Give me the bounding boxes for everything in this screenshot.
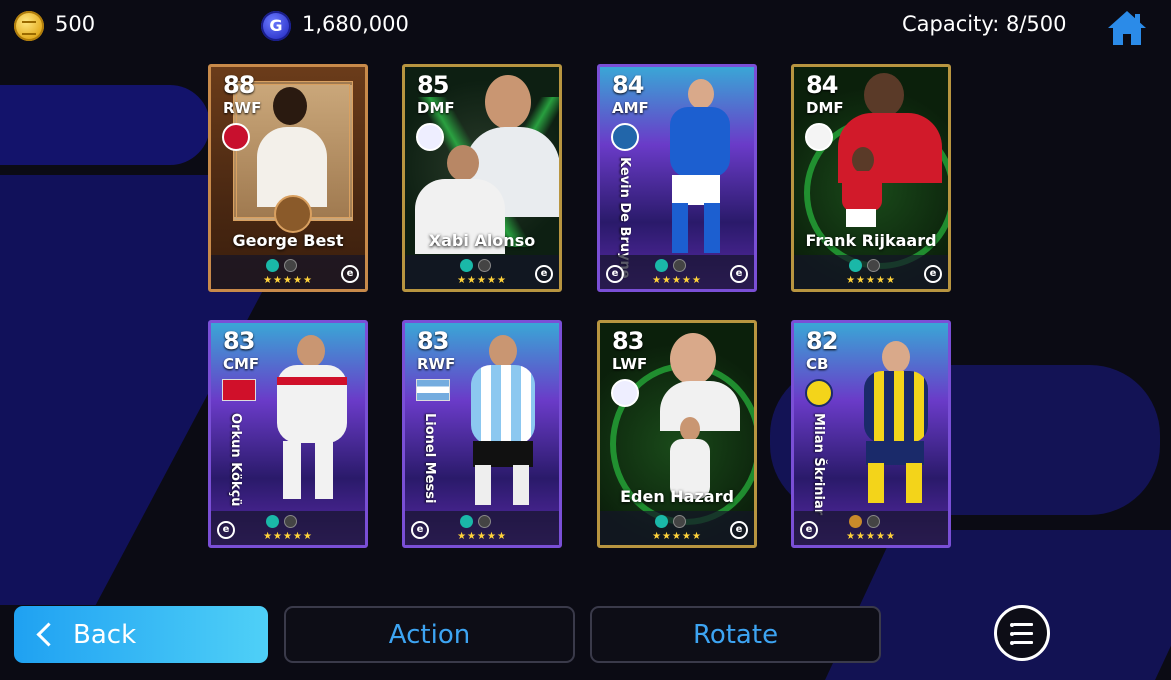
efootball-icon: e	[730, 265, 748, 283]
top-bar: 500 G 1,680,000 Capacity: 8/500	[0, 0, 1171, 52]
card-position: DMF	[806, 99, 844, 117]
player-card[interactable]: 83 CMF Orkun Kökçü ★★★★★ e	[208, 320, 368, 548]
club-badge-icon	[805, 379, 833, 407]
action-button[interactable]: Action	[284, 606, 575, 663]
club-badge-icon	[611, 123, 639, 151]
efootball-icon: e	[730, 521, 748, 539]
player-card[interactable]: 83 RWF Lionel Messi ★★★★★ e	[402, 320, 562, 548]
efootball-icon: e	[535, 265, 553, 283]
card-position: RWF	[417, 355, 456, 373]
card-player-name: Orkun Kökçü	[228, 413, 243, 507]
card-player-name: Xabi Alonso	[428, 231, 536, 250]
efootball-icon: e	[217, 521, 235, 539]
skill-icons	[266, 257, 316, 272]
card-rating: 84	[806, 71, 838, 99]
rotate-button-label: Rotate	[692, 619, 779, 650]
skill-icons	[266, 513, 316, 528]
card-position: AMF	[612, 99, 649, 117]
card-rating: 85	[417, 71, 449, 99]
club-badge-icon	[222, 123, 250, 151]
gp-icon: G	[261, 11, 291, 41]
player-card[interactable]: 88 RWF George Best ★★★★★ e	[208, 64, 368, 292]
skill-icons	[655, 513, 705, 528]
card-rating: 83	[417, 327, 449, 355]
efootball-icon: e	[924, 265, 942, 283]
flag-argentina-icon	[416, 379, 450, 401]
rotate-button[interactable]: Rotate	[590, 606, 881, 663]
card-player-name: Frank Rijkaard	[805, 231, 937, 250]
card-rating: 82	[806, 327, 838, 355]
player-card[interactable]: 82 CB Milan Škriniar ★★★★★ e	[791, 320, 951, 548]
back-button-label: Back	[73, 619, 137, 650]
player-card[interactable]: 84 DMF Frank Rijkaard ★★★★★ e	[791, 64, 951, 292]
capacity-label: Capacity: 8/500	[902, 12, 1067, 36]
efootball-icon: e	[800, 521, 818, 539]
card-rating: 83	[223, 327, 255, 355]
card-position: RWF	[223, 99, 262, 117]
club-badge-icon	[416, 123, 444, 151]
coin-balance: 500	[55, 12, 96, 36]
card-player-name: Milan Škriniar	[811, 413, 826, 516]
player-card[interactable]: 85 DMF Xabi Alonso ★★★★★ e	[402, 64, 562, 292]
card-rating: 83	[612, 327, 644, 355]
card-player-name: Eden Hazard	[620, 487, 734, 506]
list-menu-button[interactable]	[994, 605, 1050, 661]
gp-balance: 1,680,000	[302, 12, 409, 36]
home-icon[interactable]	[1105, 8, 1149, 48]
club-badge-icon	[805, 123, 833, 151]
card-player-name: Lionel Messi	[422, 413, 437, 504]
efootball-icon: e	[341, 265, 359, 283]
chevron-left-icon	[36, 622, 61, 647]
club-badge-icon	[611, 379, 639, 407]
card-player-name: George Best	[232, 231, 344, 250]
card-position: LWF	[612, 355, 648, 373]
efootball-icon: e	[411, 521, 429, 539]
action-button-label: Action	[388, 619, 471, 650]
skill-icons	[460, 257, 510, 272]
player-card[interactable]: 83 LWF Eden Hazard ★★★★★ e	[597, 320, 757, 548]
card-rating: 84	[612, 71, 644, 99]
skill-icons	[849, 513, 899, 528]
efootball-icon: e	[606, 265, 624, 283]
skill-icons	[655, 257, 705, 272]
back-button[interactable]: Back	[14, 606, 268, 663]
card-rating: 88	[223, 71, 255, 99]
skill-icons	[460, 513, 510, 528]
skill-icons	[849, 257, 899, 272]
bg-shape	[0, 85, 210, 165]
card-position: CB	[806, 355, 829, 373]
coin-icon	[14, 11, 44, 41]
card-position: DMF	[417, 99, 455, 117]
player-card[interactable]: 84 AMF Kevin De Bruyne ★★★★★ e e	[597, 64, 757, 292]
card-position: CMF	[223, 355, 260, 373]
flag-turkey-icon	[222, 379, 256, 401]
